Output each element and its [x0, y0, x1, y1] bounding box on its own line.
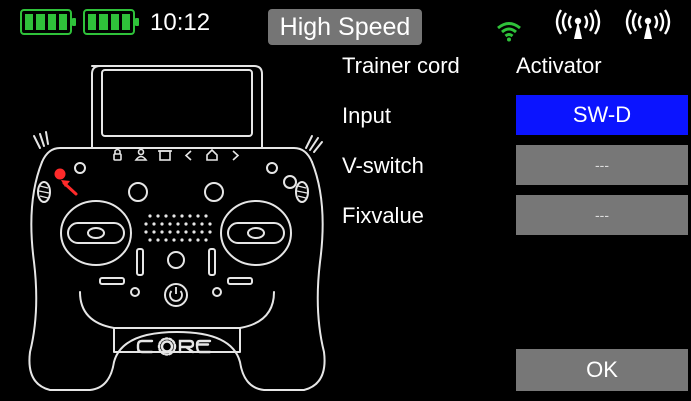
wifi-icon	[497, 22, 521, 42]
transmitter-illustration	[28, 65, 326, 391]
activator-label: Activator	[516, 53, 602, 78]
input-label: Input	[342, 103, 391, 128]
clock: 10:12	[150, 9, 211, 36]
antenna-signal-icon	[625, 9, 671, 39]
trainer-cord-label: Trainer cord	[342, 53, 460, 78]
fixvalue-selector-button[interactable]: ---	[516, 195, 688, 235]
input-selector-button[interactable]: SW-D	[516, 95, 688, 135]
vswitch-label: V-switch	[342, 153, 424, 178]
mode-indicator[interactable]: High Speed	[268, 9, 422, 45]
fixvalue-label: Fixvalue	[342, 203, 424, 228]
rx-battery-icon	[83, 9, 139, 35]
tx-battery-icon	[20, 9, 76, 35]
ok-button[interactable]: OK	[516, 349, 688, 391]
vswitch-selector-button[interactable]: ---	[516, 145, 688, 185]
antenna-signal-icon	[555, 9, 601, 39]
